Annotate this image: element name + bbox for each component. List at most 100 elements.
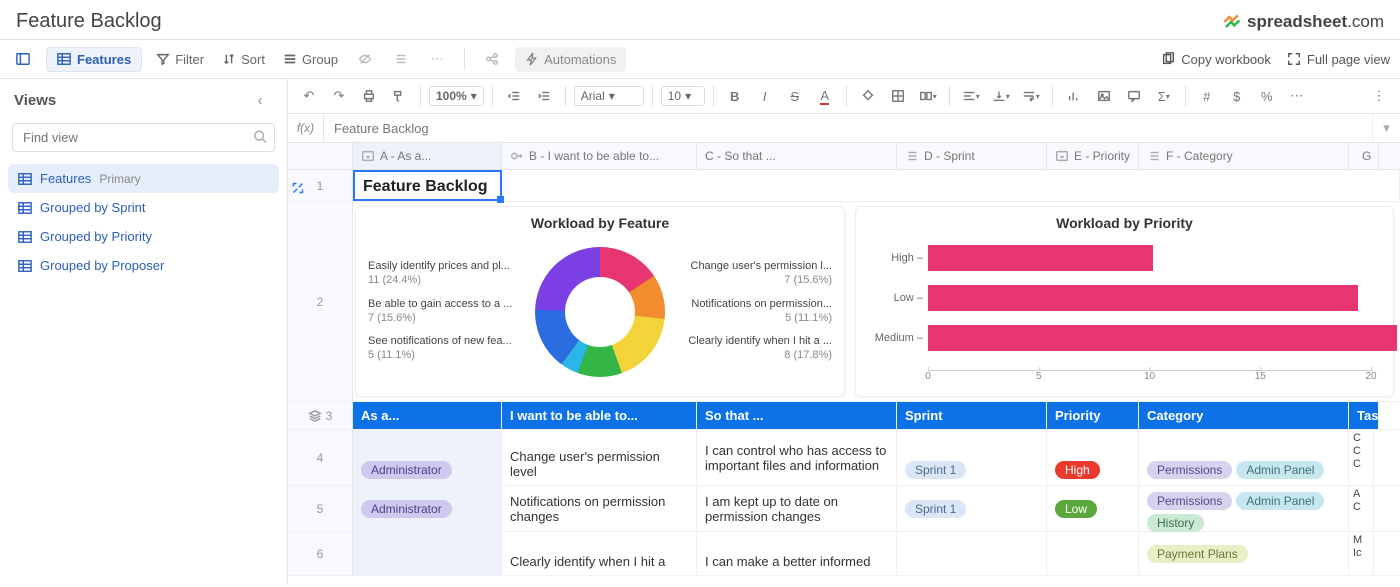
sidebar-item-grouped-priority[interactable]: Grouped by Priority <box>8 222 279 251</box>
header-so-that[interactable]: So that ... <box>697 402 897 429</box>
cell-priority[interactable] <box>1047 532 1139 575</box>
bar <box>928 325 1397 351</box>
cell-priority[interactable]: Low <box>1047 486 1139 531</box>
expand-row-icon[interactable] <box>292 182 304 197</box>
cell-sprint[interactable]: Sprint 1 <box>897 486 1047 531</box>
header-want-to[interactable]: I want to be able to... <box>502 402 697 429</box>
search-views-input[interactable] <box>12 123 275 152</box>
cell-want-to[interactable]: Clearly identify when I hit a <box>502 532 697 575</box>
cell-so-that[interactable]: I can make a better informed <box>697 532 897 575</box>
header-sprint[interactable]: Sprint <box>897 402 1047 429</box>
bold-icon[interactable]: B <box>722 83 748 109</box>
percent-icon[interactable]: % <box>1254 83 1280 109</box>
select-all-corner[interactable] <box>288 143 353 169</box>
cell-category[interactable]: PermissionsAdmin Panel <box>1139 430 1349 485</box>
insert-chart-icon[interactable] <box>1061 83 1087 109</box>
align-horizontal-icon[interactable]: ▾ <box>958 83 984 109</box>
header-priority[interactable]: Priority <box>1047 402 1139 429</box>
chart-workload-by-priority[interactable]: Workload by Priority High –Low –Medium –… <box>855 206 1394 397</box>
col-header-d[interactable]: D - Sprint <box>897 143 1047 169</box>
zoom-dropdown[interactable]: 100% ▾ <box>429 86 484 106</box>
indent-increase-icon[interactable] <box>531 83 557 109</box>
automations-button[interactable]: Automations <box>515 47 626 72</box>
full-page-button[interactable]: Full page view <box>1287 52 1390 67</box>
cell-want-to[interactable]: Change user's permission level <box>502 430 697 485</box>
row-num-1[interactable]: 1 <box>288 170 353 201</box>
currency-icon[interactable]: $ <box>1224 83 1250 109</box>
cell-as-a[interactable]: Administrator <box>353 430 502 485</box>
fx-input[interactable]: Feature Backlog <box>324 115 1372 142</box>
indent-decrease-icon[interactable] <box>501 83 527 109</box>
font-size-dropdown[interactable]: 10 ▾ <box>661 86 705 106</box>
sidebar-item-grouped-proposer[interactable]: Grouped by Proposer <box>8 251 279 280</box>
fx-expand-icon[interactable]: ▾ <box>1372 114 1400 142</box>
cell-as-a[interactable] <box>353 532 502 575</box>
sort-button[interactable]: Sort <box>218 49 269 70</box>
cell-a1-merged[interactable] <box>502 170 1400 201</box>
cell-sprint[interactable]: Sprint 1 <box>897 430 1047 485</box>
strikethrough-icon[interactable]: S <box>782 83 808 109</box>
italic-icon[interactable]: I <box>752 83 778 109</box>
cell-priority[interactable]: High <box>1047 430 1139 485</box>
borders-icon[interactable] <box>885 83 911 109</box>
functions-icon[interactable]: Σ▾ <box>1151 83 1177 109</box>
col-header-b[interactable]: B - I want to be able to... <box>502 143 697 169</box>
col-header-g[interactable]: G <box>1349 143 1379 169</box>
more-formats-icon[interactable]: ⋯ <box>1284 83 1310 109</box>
view-tab-features[interactable]: Features <box>46 47 142 72</box>
sidebar-item-grouped-sprint[interactable]: Grouped by Sprint <box>8 193 279 222</box>
row-num-5[interactable]: 5 <box>288 486 353 531</box>
row-num-3[interactable]: 3 <box>288 402 353 429</box>
col-header-a[interactable]: A - As a... <box>353 143 502 169</box>
wrap-text-icon[interactable]: ▾ <box>1018 83 1044 109</box>
col-header-e[interactable]: E - Priority <box>1047 143 1139 169</box>
cell-flags[interactable]: AC <box>1349 486 1374 531</box>
stack-icon <box>308 409 322 423</box>
insert-comment-icon[interactable] <box>1121 83 1147 109</box>
row-num-2[interactable]: 2 <box>288 202 353 401</box>
cell-as-a[interactable]: Administrator <box>353 486 502 531</box>
table-row: 4 Administrator Change user's permission… <box>288 430 1400 486</box>
collapse-sidebar-icon[interactable]: ‹ <box>247 87 273 113</box>
filter-button[interactable]: Filter <box>152 49 208 70</box>
font-dropdown[interactable]: Arial ▾ <box>574 86 644 106</box>
row-num-6[interactable]: 6 <box>288 532 353 575</box>
cell-a1[interactable]: Feature Backlog <box>353 170 502 201</box>
cell-so-that[interactable]: I am kept up to date on permission chang… <box>697 486 897 531</box>
chart-workload-by-feature[interactable]: Workload by Feature Easily identify pric… <box>355 206 845 397</box>
paint-format-icon[interactable] <box>386 83 412 109</box>
copy-workbook-button[interactable]: Copy workbook <box>1161 52 1271 67</box>
cell-category[interactable]: Payment Plans <box>1139 532 1349 575</box>
header-category[interactable]: Category <box>1139 402 1349 429</box>
toggle-sidebar-icon[interactable] <box>10 46 36 72</box>
cell-so-that[interactable]: I can control who has access to importan… <box>697 430 897 485</box>
more-icon[interactable]: ⋯ <box>424 46 450 72</box>
print-icon[interactable] <box>356 83 382 109</box>
group-button[interactable]: Group <box>279 49 342 70</box>
share-icon[interactable] <box>479 46 505 72</box>
redo-icon[interactable]: ↷ <box>326 83 352 109</box>
undo-icon[interactable]: ↶ <box>296 83 322 109</box>
cell-sprint[interactable] <box>897 532 1047 575</box>
menu-kebab-icon[interactable]: ⋮ <box>1366 83 1392 109</box>
merge-cells-icon[interactable]: ▾ <box>915 83 941 109</box>
text-color-icon[interactable]: A <box>812 83 838 109</box>
bar-label: Low – <box>868 292 923 304</box>
cell-flags[interactable]: MIc <box>1349 532 1374 575</box>
insert-image-icon[interactable] <box>1091 83 1117 109</box>
row-height-icon[interactable] <box>388 46 414 72</box>
cell-want-to[interactable]: Notifications on permission changes <box>502 486 697 531</box>
fill-color-icon[interactable] <box>855 83 881 109</box>
align-vertical-icon[interactable]: ▾ <box>988 83 1014 109</box>
cell-category[interactable]: PermissionsAdmin PanelHistory <box>1139 486 1349 531</box>
hash-icon[interactable]: # <box>1194 83 1220 109</box>
col-header-f[interactable]: F - Category <box>1139 143 1349 169</box>
hide-fields-icon[interactable] <box>352 46 378 72</box>
col-header-c[interactable]: C - So that ... <box>697 143 897 169</box>
cell-fill-handle[interactable] <box>497 196 504 203</box>
cell-flags[interactable]: CCC <box>1349 430 1374 485</box>
header-tasks[interactable]: Tas <box>1349 402 1379 429</box>
row-num-4[interactable]: 4 <box>288 430 353 485</box>
header-as-a[interactable]: As a... <box>353 402 502 429</box>
sidebar-item-features[interactable]: Features Primary <box>8 164 279 193</box>
